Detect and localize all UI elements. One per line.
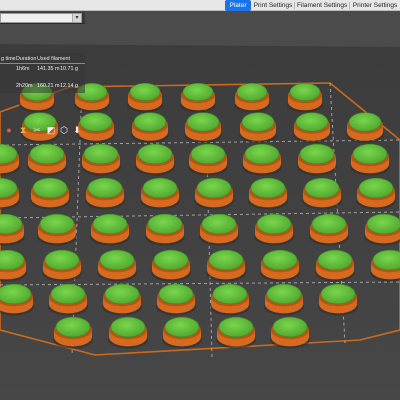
part-object[interactable] <box>199 213 239 246</box>
view-icon[interactable]: ⬡ <box>59 125 69 135</box>
part-object[interactable] <box>315 249 355 282</box>
part-object[interactable] <box>102 283 142 316</box>
part-object[interactable] <box>309 213 349 246</box>
part-object[interactable] <box>81 143 121 176</box>
table-cell: 2h20m <box>16 83 33 89</box>
part-object[interactable] <box>242 143 282 176</box>
part-object[interactable] <box>216 316 256 349</box>
scale-icon[interactable]: ◩ <box>46 125 56 135</box>
part-object[interactable] <box>108 316 148 349</box>
tab-print-settings[interactable]: Print Settings <box>253 0 293 11</box>
part-object[interactable] <box>30 177 70 210</box>
part-object[interactable] <box>97 249 137 282</box>
tab-filament-settings[interactable]: Filament Settings <box>297 0 347 11</box>
part-object[interactable] <box>210 283 250 316</box>
table-cell: 1h6m <box>16 66 30 72</box>
part-object[interactable] <box>287 83 323 113</box>
part-object[interactable] <box>364 213 400 246</box>
part-object[interactable] <box>151 249 191 282</box>
part-object[interactable] <box>234 83 270 113</box>
part-object[interactable] <box>131 112 169 143</box>
table-cell: 160.21 m <box>37 83 60 89</box>
part-object[interactable] <box>127 83 163 113</box>
mirror-icon[interactable]: ⧗ <box>18 125 28 135</box>
export-icon[interactable]: ⬇ <box>72 125 82 135</box>
part-object[interactable] <box>77 112 115 143</box>
cut-icon[interactable]: ✂ <box>32 125 42 135</box>
part-object[interactable] <box>0 283 34 316</box>
part-object[interactable] <box>27 143 67 176</box>
tab-printer-settings[interactable]: Printer Settings <box>352 0 398 11</box>
tab-plater[interactable]: Plater <box>225 0 251 11</box>
part-object[interactable] <box>188 143 228 176</box>
column-header-filament: Used filament <box>37 56 70 62</box>
part-object[interactable] <box>302 177 342 210</box>
part-object[interactable] <box>162 316 202 349</box>
part-object[interactable] <box>264 283 304 316</box>
part-object[interactable] <box>318 283 358 316</box>
preset-dropdown[interactable] <box>0 13 82 23</box>
part-object[interactable] <box>180 83 216 113</box>
part-object[interactable] <box>239 112 277 143</box>
table-divider <box>0 63 85 64</box>
part-object[interactable] <box>90 213 130 246</box>
part-object[interactable] <box>145 213 185 246</box>
part-object[interactable] <box>85 177 125 210</box>
part-object[interactable] <box>206 249 246 282</box>
tab-bar: Plater Print Settings Filament Settings … <box>0 0 400 11</box>
part-object[interactable] <box>270 316 310 349</box>
part-object[interactable] <box>346 112 384 143</box>
part-object[interactable] <box>156 283 196 316</box>
part-object[interactable] <box>194 177 234 210</box>
table-cell: 12.14 g <box>60 83 78 89</box>
part-object[interactable] <box>293 112 331 143</box>
part-object[interactable] <box>48 283 88 316</box>
column-header-duration: Duration <box>16 56 37 62</box>
part-object[interactable] <box>37 213 77 246</box>
chevron-down-icon[interactable]: ▾ <box>72 14 81 22</box>
part-object[interactable] <box>254 213 294 246</box>
part-object[interactable] <box>248 177 288 210</box>
part-object[interactable] <box>184 112 222 143</box>
column-header-time: g time <box>1 56 16 62</box>
part-object[interactable] <box>350 143 390 176</box>
part-object[interactable] <box>356 177 396 210</box>
color-icon[interactable]: ● <box>4 125 14 135</box>
part-object[interactable] <box>260 249 300 282</box>
table-cell: 141.35 m <box>37 66 60 72</box>
part-object[interactable] <box>42 249 82 282</box>
part-object[interactable] <box>53 316 93 349</box>
part-object[interactable] <box>297 143 337 176</box>
part-object[interactable] <box>140 177 180 210</box>
table-cell: 10.71 g <box>60 66 78 72</box>
part-object[interactable] <box>135 143 175 176</box>
